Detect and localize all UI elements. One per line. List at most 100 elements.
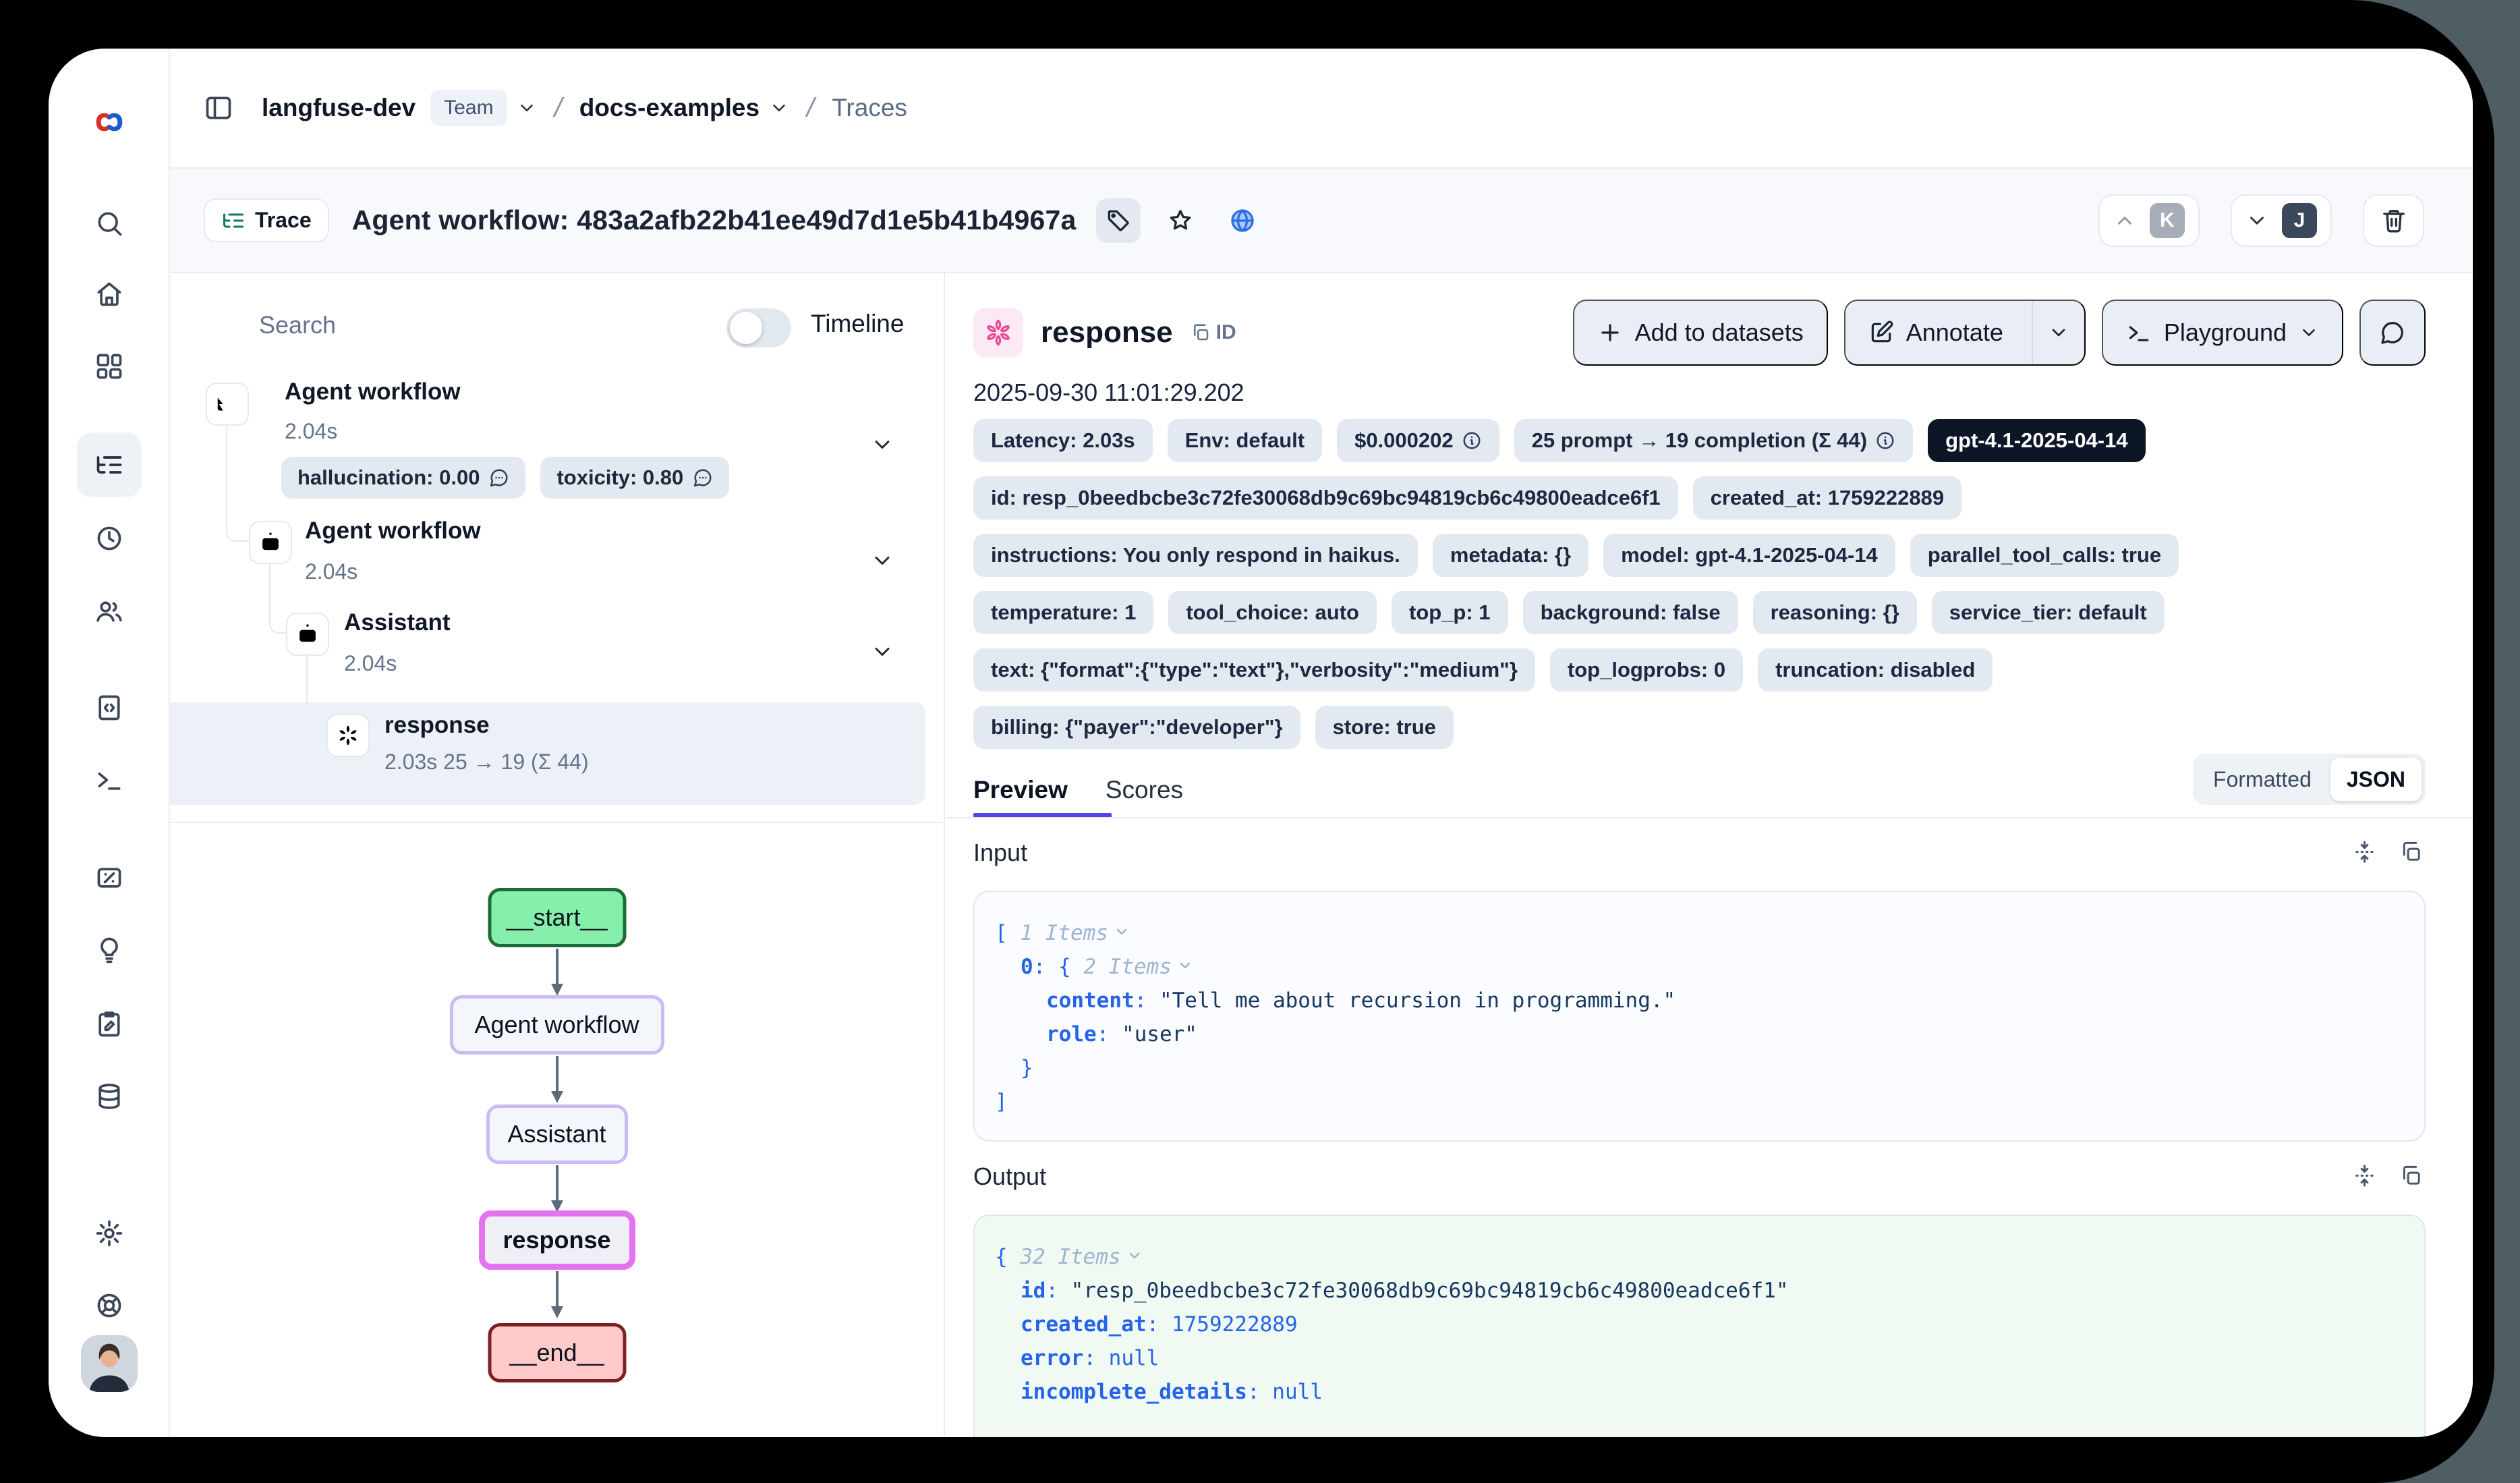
graph-node-start[interactable]: __start__ bbox=[488, 888, 626, 947]
sidebar-item-search[interactable] bbox=[77, 191, 142, 256]
collapse-chevron-icon[interactable] bbox=[1177, 957, 1193, 974]
sidebar-item-settings[interactable] bbox=[77, 1201, 142, 1266]
agent-node-icon[interactable] bbox=[286, 613, 329, 656]
agent-node-icon[interactable] bbox=[249, 521, 292, 564]
sidebar-item-lightbulb[interactable] bbox=[77, 918, 142, 982]
metadata-badge[interactable]: Latency: 2.03s bbox=[973, 419, 1153, 462]
metadata-badge[interactable]: $0.000202 bbox=[1337, 419, 1499, 462]
collapse-chevron-icon[interactable] bbox=[1126, 1248, 1143, 1264]
fold-vertical-icon[interactable] bbox=[2353, 840, 2376, 864]
collapse-chevron-icon[interactable] bbox=[870, 432, 894, 457]
graph-node-Agent workflow[interactable]: Agent workflow bbox=[450, 995, 664, 1055]
metadata-badge[interactable]: tool_choice: auto bbox=[1168, 591, 1377, 634]
metadata-badge[interactable]: background: false bbox=[1523, 591, 1738, 634]
graph-node-response[interactable]: response bbox=[479, 1210, 635, 1270]
org-chevron-down-icon[interactable] bbox=[517, 98, 537, 118]
copy-id-button[interactable]: ID bbox=[1191, 321, 1236, 344]
search-input[interactable]: Search bbox=[259, 311, 336, 339]
sidebar-item-support[interactable] bbox=[77, 1273, 142, 1338]
format-option-json[interactable]: JSON bbox=[2330, 758, 2422, 801]
metadata-badge[interactable]: instructions: You only respond in haikus… bbox=[973, 534, 1418, 577]
breadcrumb-org[interactable]: langfuse-dev bbox=[262, 94, 416, 122]
metadata-badge[interactable]: id: resp_0beedbcbe3c72fe30068db9c69bc948… bbox=[973, 476, 1678, 520]
metadata-badge[interactable]: parallel_tool_calls: true bbox=[1910, 534, 2179, 577]
breadcrumb-current[interactable]: Traces bbox=[832, 94, 907, 122]
delete-trace-button[interactable] bbox=[2363, 194, 2424, 247]
annotate-button[interactable]: Annotate bbox=[1844, 300, 2086, 366]
graph-edge-arrow bbox=[547, 949, 567, 999]
badge-text: background: false bbox=[1541, 600, 1721, 625]
metadata-badge[interactable]: service_tier: default bbox=[1932, 591, 2165, 634]
trace-node-icon[interactable] bbox=[206, 383, 249, 426]
graph-node-Assistant[interactable]: Assistant bbox=[486, 1104, 628, 1164]
sidebar-item-clock[interactable] bbox=[77, 506, 142, 571]
sidebar-item-home[interactable] bbox=[77, 262, 142, 327]
collapse-chevron-icon[interactable] bbox=[1114, 924, 1130, 940]
agent-graph: __start__ Agent workflow Assistant response… bbox=[170, 823, 944, 1437]
sidebar-item-annotation[interactable] bbox=[77, 992, 142, 1057]
fold-vertical-icon[interactable] bbox=[2353, 1164, 2376, 1187]
tab-preview[interactable]: Preview bbox=[973, 776, 1068, 804]
sidebar-item-traces[interactable] bbox=[77, 432, 142, 497]
tree-row-label[interactable]: Assistant bbox=[344, 609, 451, 636]
output-json-viewer[interactable]: { 32 Itemsid: "resp_0beedbcbe3c72fe30068… bbox=[973, 1214, 2426, 1437]
collapse-chevron-icon[interactable] bbox=[870, 640, 894, 664]
next-trace-button[interactable]: J bbox=[2231, 194, 2332, 247]
badge-text: top_logprobs: 0 bbox=[1568, 658, 1725, 682]
graph-edge-arrow bbox=[547, 1271, 567, 1322]
tag-icon[interactable] bbox=[1096, 198, 1141, 243]
breadcrumb-project[interactable]: docs-examples bbox=[579, 94, 760, 122]
add-to-datasets-button[interactable]: Add to datasets bbox=[1573, 300, 1828, 366]
json-line: role: "user" bbox=[995, 1017, 2404, 1051]
project-chevron-down-icon[interactable] bbox=[769, 98, 789, 118]
score-badge[interactable]: toxicity: 0.80 bbox=[540, 457, 729, 499]
playground-button[interactable]: Playground bbox=[2102, 300, 2343, 366]
panel-toggle-icon[interactable] bbox=[204, 93, 233, 123]
metadata-badge[interactable]: text: {"format":{"type":"text"},"verbosi… bbox=[973, 648, 1535, 692]
metadata-badge[interactable]: reasoning: {} bbox=[1753, 591, 1917, 634]
copy-icon[interactable] bbox=[2399, 840, 2423, 864]
metadata-badge[interactable]: store: true bbox=[1315, 706, 1454, 749]
badge-text: top_p: 1 bbox=[1409, 600, 1491, 625]
tree-row-label[interactable]: Agent workflow bbox=[305, 517, 481, 544]
input-json-viewer[interactable]: [ 1 Items0: { 2 Itemscontent: "Tell me a… bbox=[973, 891, 2426, 1142]
annotate-dropdown-chevron[interactable] bbox=[2032, 301, 2084, 364]
prev-trace-button[interactable]: K bbox=[2098, 194, 2200, 247]
sidebar-item-users[interactable] bbox=[77, 579, 142, 644]
timeline-toggle[interactable] bbox=[726, 308, 791, 347]
metadata-badge[interactable]: temperature: 1 bbox=[973, 591, 1153, 634]
metadata-badge[interactable]: created_at: 1759222889 bbox=[1693, 476, 1961, 520]
metadata-badge[interactable]: metadata: {} bbox=[1433, 534, 1588, 577]
sidebar-item-terminal[interactable] bbox=[77, 748, 142, 812]
sidebar-item-prompts[interactable] bbox=[77, 675, 142, 740]
home-icon bbox=[94, 279, 124, 309]
comments-button[interactable] bbox=[2359, 300, 2426, 366]
metadata-badge[interactable]: Env: default bbox=[1168, 419, 1322, 462]
collapse-chevron-icon[interactable] bbox=[870, 549, 894, 573]
pencil-square-icon bbox=[1868, 320, 1894, 345]
sidebar-item-evals[interactable] bbox=[77, 845, 142, 910]
user-avatar[interactable] bbox=[81, 1335, 138, 1392]
metadata-badge[interactable]: top_p: 1 bbox=[1392, 591, 1508, 634]
graph-node-end[interactable]: __end__ bbox=[488, 1323, 626, 1382]
metadata-badge[interactable]: top_logprobs: 0 bbox=[1550, 648, 1743, 692]
score-badge[interactable]: hallucination: 0.00 bbox=[281, 457, 525, 499]
generation-node-icon[interactable] bbox=[326, 714, 370, 757]
tab-scores[interactable]: Scores bbox=[1106, 776, 1183, 804]
metadata-badge[interactable]: 25 prompt → 19 completion (Σ 44) bbox=[1514, 419, 1913, 462]
tree-row-label[interactable]: response bbox=[384, 712, 490, 739]
model-badge[interactable]: gpt-4.1-2025-04-14 bbox=[1928, 419, 2146, 462]
metadata-badge[interactable]: model: gpt-4.1-2025-04-14 bbox=[1603, 534, 1895, 577]
users-icon bbox=[94, 596, 124, 626]
metadata-badge[interactable]: truncation: disabled bbox=[1758, 648, 1993, 692]
tree-row-label[interactable]: Agent workflow bbox=[285, 379, 461, 405]
copy-icon[interactable] bbox=[2399, 1164, 2423, 1187]
star-icon[interactable] bbox=[1158, 198, 1203, 243]
format-option-formatted[interactable]: Formatted bbox=[2197, 758, 2328, 801]
json-line: content: "Tell me about recursion in pro… bbox=[995, 984, 2404, 1017]
metadata-badge[interactable]: billing: {"payer":"developer"} bbox=[973, 706, 1300, 749]
sidebar-item-datasets[interactable] bbox=[77, 1064, 142, 1129]
langfuse-logo[interactable] bbox=[77, 90, 142, 155]
globe-public-icon[interactable] bbox=[1220, 198, 1265, 243]
sidebar-item-dashboard[interactable] bbox=[77, 334, 142, 399]
